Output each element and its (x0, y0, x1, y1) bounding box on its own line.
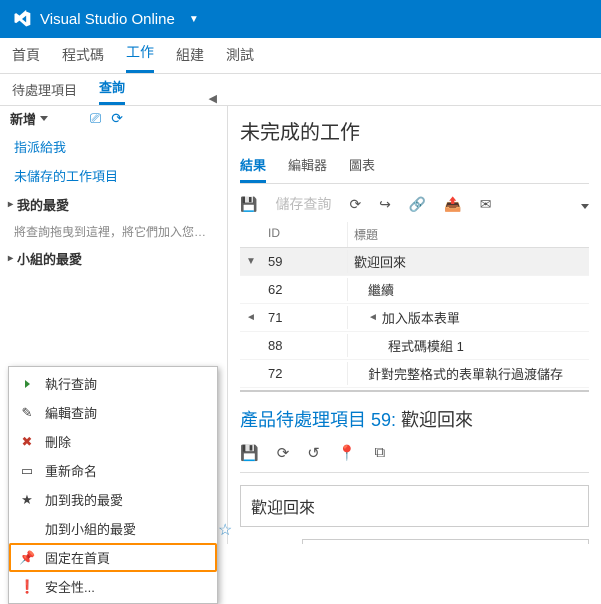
ctx-run-query[interactable]: 執行查詢 (9, 369, 217, 398)
row-title: ◄ 加入版本表單 (348, 304, 589, 331)
context-menu: 執行查詢 ✎ 編輯查詢 ✖ 刪除 ▭ 重新命名 ★ 加到我的最愛加到小組的最愛 📌 固定在首頁 ❗ 安全… (8, 366, 218, 604)
refresh-icon[interactable]: ⟳ (111, 110, 123, 127)
table-row[interactable]: 88程式碼模組 1 (240, 332, 589, 360)
ctx-delete[interactable]: ✖ 刪除 (9, 427, 217, 456)
app-title: Visual Studio Online (40, 11, 175, 28)
detail-toolbar: 💾 ⟳ ↺ 📍 ⧉ (240, 440, 589, 473)
table-row[interactable]: ▼59歡迎回來 (240, 248, 589, 276)
mail-icon[interactable]: ✉ (480, 196, 492, 213)
tab-code[interactable]: 程式碼 (62, 45, 104, 73)
favorites-hint: 將查詢拖曳到這裡，將它們加入您的最… (0, 219, 227, 244)
tab-build[interactable]: 組建 (176, 45, 204, 73)
vs-logo-icon (12, 9, 32, 29)
sidebar-section-team-favorites[interactable]: ▸小組的最愛 (0, 244, 227, 273)
security-label: 安全性... (45, 577, 95, 596)
security-icon: ❗ (19, 579, 35, 595)
row-title: 針對完整格式的表單執行過渡儲存 (348, 360, 589, 387)
delete-label: 刪除 (45, 432, 71, 451)
sidebar: ◀ 新增 ⎚ ⟳ 指派給我 未儲存的工作項目 ▸我的最愛 將查詢拖曳到這裡，將它… (0, 106, 228, 544)
run-query-icon (19, 376, 35, 391)
row-expander-icon[interactable]: ◄ (240, 312, 262, 323)
col-title[interactable]: 標題 (348, 222, 589, 247)
row-title: 歡迎回來 (348, 248, 589, 275)
copy-icon[interactable]: ⧉ (375, 444, 386, 462)
save-query-label: 儲存查詢 (275, 194, 331, 214)
share-icon[interactable]: 📤 (444, 196, 461, 213)
refresh-icon[interactable]: ⟳ (277, 444, 290, 462)
save-icon: 💾 (240, 196, 257, 213)
collapse-sidebar-icon[interactable]: ◀ (0, 92, 227, 105)
tab-editor[interactable]: 編輯器 (288, 151, 327, 183)
ctx-security[interactable]: ❗ 安全性... (9, 572, 217, 601)
row-id: 88 (262, 334, 348, 357)
undo-icon[interactable]: ↺ (307, 444, 320, 462)
rename-icon: ▭ (19, 463, 35, 479)
link-icon[interactable]: 🔗 (409, 196, 426, 213)
new-query-button[interactable]: 新增 (10, 109, 48, 128)
tab-charts[interactable]: 圖表 (349, 151, 375, 183)
result-tabs: 結果 編輯器 圖表 (240, 151, 589, 184)
redo-icon[interactable]: ↪ (379, 196, 391, 213)
page-title: 未完成的工作 (240, 116, 589, 145)
edit-query-icon: ✎ (19, 405, 35, 421)
add-my-fav-icon: ★ (19, 492, 35, 508)
pin-home-icon: 📌 (19, 550, 35, 566)
add-my-fav-label: 加到我的最愛 (45, 490, 123, 509)
tab-results[interactable]: 結果 (240, 151, 266, 183)
favorite-star-icon[interactable]: ☆ (218, 520, 232, 540)
ctx-add-team-fav[interactable]: 加到小組的最愛 (9, 514, 217, 543)
top-nav: 首頁 程式碼 工作 組建 測試 (0, 38, 601, 74)
rename-label: 重新命名 (45, 461, 97, 480)
table-row[interactable]: 72針對完整格式的表單執行過渡儲存 (240, 360, 589, 388)
column-options-icon[interactable]: ⎚ (90, 110, 101, 127)
content-pane: 未完成的工作 結果 編輯器 圖表 💾 儲存查詢 ⟳ ↪ 🔗 📤 ✉ ID 標題 … (228, 106, 601, 544)
row-id: 59 (262, 250, 348, 273)
refresh-icon[interactable]: ⟳ (349, 196, 361, 213)
row-id: 71 (262, 306, 348, 329)
ctx-edit-query[interactable]: ✎ 編輯查詢 (9, 398, 217, 427)
col-id[interactable]: ID (262, 222, 348, 247)
row-id: 72 (262, 362, 348, 385)
table-row[interactable]: 62繼續 (240, 276, 589, 304)
ctx-rename[interactable]: ▭ 重新命名 (9, 456, 217, 485)
run-query-label: 執行查詢 (45, 374, 97, 393)
edit-query-label: 編輯查詢 (45, 403, 97, 422)
sidebar-link-unsaved[interactable]: 未儲存的工作項目 (0, 161, 227, 190)
ctx-pin-home[interactable]: 📌 固定在首頁 (9, 543, 217, 572)
title-input[interactable]: 歡迎回來 (240, 485, 589, 527)
tab-work[interactable]: 工作 (126, 42, 154, 73)
horizontal-scrollbar[interactable] (240, 390, 589, 392)
table-row[interactable]: ◄71◄ 加入版本表單 (240, 304, 589, 332)
row-title: 繼續 (348, 276, 589, 303)
results-toolbar: 💾 儲存查詢 ⟳ ↪ 🔗 📤 ✉ (240, 192, 589, 222)
sidebar-section-favorites[interactable]: ▸我的最愛 (0, 190, 227, 219)
sidebar-link-assigned[interactable]: 指派給我 (0, 132, 227, 161)
save-icon: 💾 (240, 444, 259, 462)
row-title: 程式碼模組 1 (348, 332, 589, 359)
tab-test[interactable]: 測試 (226, 45, 254, 73)
header-dropdown-icon[interactable]: ▼ (189, 14, 199, 25)
ctx-add-my-fav[interactable]: ★ 加到我的最愛 (9, 485, 217, 514)
row-expander-icon[interactable]: ▼ (240, 256, 262, 267)
row-id: 62 (262, 278, 348, 301)
add-team-fav-label: 加到小組的最愛 (45, 519, 136, 538)
pin-home-label: 固定在首頁 (45, 548, 110, 567)
app-header: Visual Studio Online ▼ (0, 0, 601, 38)
delete-icon: ✖ (19, 434, 35, 450)
iteration-value[interactable]: Fabrikam Fiber 網站\發行 1\衝刺 1 (302, 539, 589, 544)
pin-icon[interactable]: 📍 (338, 444, 357, 462)
grid-header: ID 標題 (240, 222, 589, 248)
tab-home[interactable]: 首頁 (12, 45, 40, 73)
work-item-title: 產品待處理項目 59: 歡迎回來 (240, 406, 589, 432)
